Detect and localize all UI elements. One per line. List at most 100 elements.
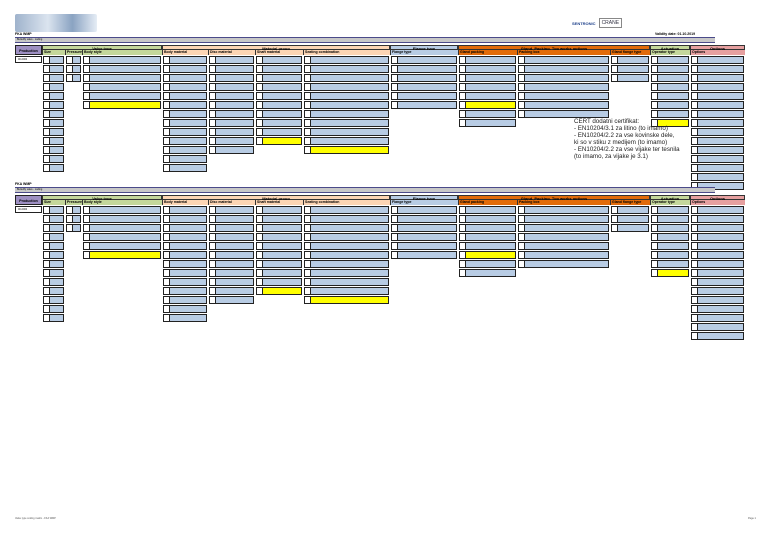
option-cell-flange[interactable] — [391, 65, 457, 73]
option-cell-options[interactable] — [691, 224, 744, 232]
option-cell-flange[interactable] — [391, 233, 457, 241]
option-cell-seating[interactable] — [304, 224, 389, 232]
option-cell-seating[interactable] — [304, 269, 389, 277]
option-cell-size[interactable] — [43, 215, 64, 223]
option-cell-seating[interactable] — [304, 56, 389, 64]
option-cell-gland_packing[interactable] — [459, 110, 516, 118]
option-cell-size[interactable] — [43, 56, 64, 64]
option-cell-gland_flange[interactable] — [611, 74, 649, 82]
option-cell-body_style[interactable] — [83, 233, 161, 241]
option-cell-body_style[interactable] — [83, 92, 161, 100]
option-cell-options[interactable] — [691, 206, 744, 214]
option-cell-options[interactable] — [691, 146, 744, 154]
option-cell-gland_flange[interactable] — [611, 215, 649, 223]
option-cell-options[interactable] — [691, 251, 744, 259]
option-cell-gland_packing[interactable] — [459, 233, 516, 241]
option-cell-shaft_material[interactable] — [256, 251, 302, 259]
option-cell-size[interactable] — [43, 119, 64, 127]
option-cell-operator[interactable] — [651, 206, 689, 214]
option-cell-operator[interactable] — [651, 74, 689, 82]
option-cell-options[interactable] — [691, 56, 744, 64]
option-cell-options[interactable] — [691, 110, 744, 118]
option-cell-packing_box[interactable] — [518, 233, 609, 241]
option-cell-options[interactable] — [691, 287, 744, 295]
option-cell-seating[interactable] — [304, 242, 389, 250]
option-cell-size[interactable] — [43, 296, 64, 304]
option-cell-disc_material[interactable] — [209, 206, 254, 214]
option-cell-size[interactable] — [43, 278, 64, 286]
option-cell-seating[interactable] — [304, 296, 389, 304]
option-cell-shaft_material[interactable] — [256, 56, 302, 64]
option-cell-body_material[interactable] — [163, 269, 207, 277]
option-cell-packing_box[interactable] — [518, 215, 609, 223]
option-cell-seating[interactable] — [304, 233, 389, 241]
option-cell-shaft_material[interactable] — [256, 137, 302, 145]
option-cell-body_material[interactable] — [163, 119, 207, 127]
option-cell-operator[interactable] — [651, 110, 689, 118]
option-cell-size[interactable] — [43, 206, 64, 214]
option-cell-flange[interactable] — [391, 101, 457, 109]
option-cell-packing_box[interactable] — [518, 251, 609, 259]
option-cell-operator[interactable] — [651, 242, 689, 250]
option-cell-packing_box[interactable] — [518, 74, 609, 82]
option-cell-body_material[interactable] — [163, 128, 207, 136]
option-cell-gland_packing[interactable] — [459, 83, 516, 91]
option-cell-body_material[interactable] — [163, 314, 207, 322]
option-cell-shaft_material[interactable] — [256, 101, 302, 109]
option-cell-body_material[interactable] — [163, 65, 207, 73]
option-cell-size[interactable] — [43, 314, 64, 322]
option-cell-shaft_material[interactable] — [256, 215, 302, 223]
option-cell-operator[interactable] — [651, 65, 689, 73]
option-cell-body_material[interactable] — [163, 305, 207, 313]
option-cell-flange[interactable] — [391, 56, 457, 64]
option-cell-gland_packing[interactable] — [459, 206, 516, 214]
option-cell-disc_material[interactable] — [209, 233, 254, 241]
option-cell-options[interactable] — [691, 101, 744, 109]
option-cell-body_style[interactable] — [83, 206, 161, 214]
option-cell-options[interactable] — [691, 332, 744, 340]
option-cell-operator[interactable] — [651, 251, 689, 259]
option-cell-options[interactable] — [691, 269, 744, 277]
option-cell-body_material[interactable] — [163, 224, 207, 232]
option-cell-disc_material[interactable] — [209, 137, 254, 145]
option-cell-disc_material[interactable] — [209, 215, 254, 223]
option-cell-size[interactable] — [43, 101, 64, 109]
option-cell-packing_box[interactable] — [518, 206, 609, 214]
option-cell-disc_material[interactable] — [209, 110, 254, 118]
option-cell-shaft_material[interactable] — [256, 206, 302, 214]
option-cell-body_style[interactable] — [83, 101, 161, 109]
option-cell-body_style[interactable] — [83, 74, 161, 82]
option-cell-gland_packing[interactable] — [459, 269, 516, 277]
option-cell-options[interactable] — [691, 92, 744, 100]
option-cell-body_material[interactable] — [163, 233, 207, 241]
option-cell-gland_flange[interactable] — [611, 224, 649, 232]
option-cell-flange[interactable] — [391, 92, 457, 100]
option-cell-body_material[interactable] — [163, 92, 207, 100]
option-cell-seating[interactable] — [304, 101, 389, 109]
option-cell-size[interactable] — [43, 146, 64, 154]
option-cell-packing_box[interactable] — [518, 260, 609, 268]
option-cell-packing_box[interactable] — [518, 83, 609, 91]
option-cell-body_style[interactable] — [83, 83, 161, 91]
option-cell-operator[interactable] — [651, 56, 689, 64]
option-cell-flange[interactable] — [391, 242, 457, 250]
option-cell-body_material[interactable] — [163, 155, 207, 163]
option-cell-size[interactable] — [43, 233, 64, 241]
option-cell-packing_box[interactable] — [518, 110, 609, 118]
option-cell-options[interactable] — [691, 260, 744, 268]
option-cell-disc_material[interactable] — [209, 65, 254, 73]
option-cell-size[interactable] — [43, 260, 64, 268]
option-cell-body_material[interactable] — [163, 137, 207, 145]
option-cell-gland_packing[interactable] — [459, 215, 516, 223]
option-cell-size[interactable] — [43, 269, 64, 277]
option-cell-seating[interactable] — [304, 83, 389, 91]
option-cell-size[interactable] — [43, 305, 64, 313]
option-cell-gland_packing[interactable] — [459, 65, 516, 73]
option-cell-disc_material[interactable] — [209, 296, 254, 304]
option-cell-operator[interactable] — [651, 260, 689, 268]
option-cell-size[interactable] — [43, 83, 64, 91]
option-cell-seating[interactable] — [304, 287, 389, 295]
option-cell-packing_box[interactable] — [518, 92, 609, 100]
option-cell-options[interactable] — [691, 215, 744, 223]
option-cell-seating[interactable] — [304, 92, 389, 100]
